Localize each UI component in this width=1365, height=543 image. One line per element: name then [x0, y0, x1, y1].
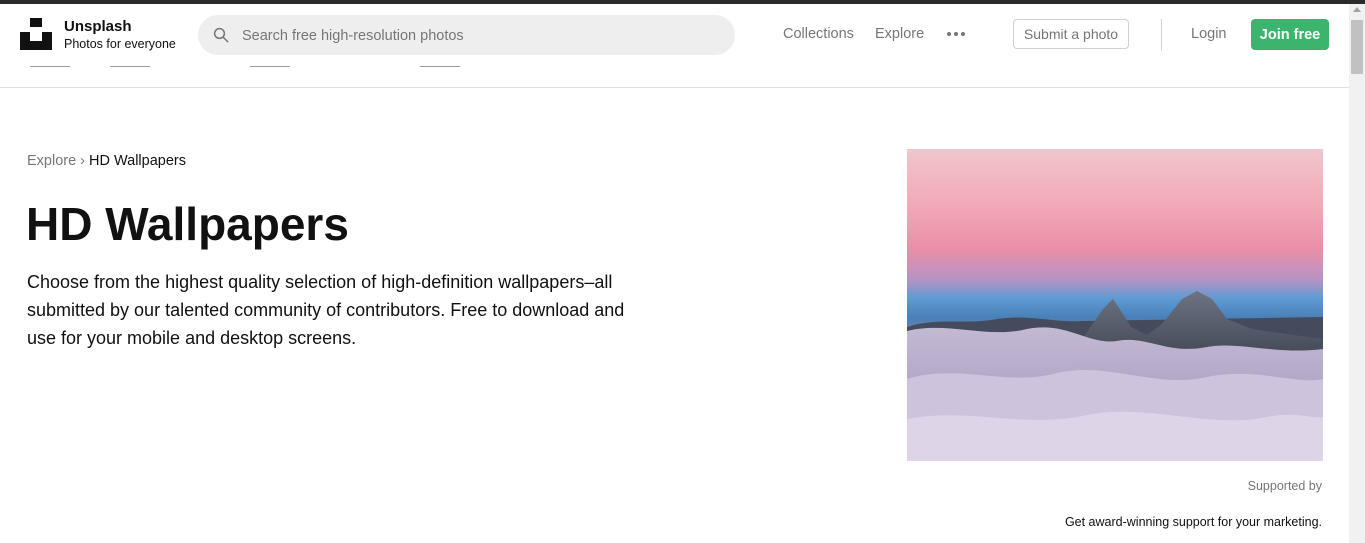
breadcrumb: Explore › HD Wallpapers: [27, 153, 186, 169]
scroll-up-arrow-icon[interactable]: [1353, 7, 1361, 12]
page-scrollbar[interactable]: [1349, 4, 1365, 543]
breadcrumb-separator: ›: [80, 153, 86, 169]
header-divider: [1161, 19, 1162, 51]
sponsor-label: Supported by: [1247, 479, 1322, 493]
login-link[interactable]: Login: [1191, 26, 1226, 42]
sponsor-text[interactable]: Get award-winning support for your marke…: [1065, 515, 1322, 529]
header-divider-line: [0, 87, 1349, 88]
join-free-button[interactable]: Join free: [1251, 19, 1329, 50]
site-header: Unsplash Photos for everyone Collections…: [0, 4, 1349, 66]
brand-tagline: Photos for everyone: [64, 37, 176, 51]
search-input[interactable]: [240, 15, 714, 57]
search-icon[interactable]: [212, 26, 230, 44]
subnav-strip-clipped: [0, 66, 1349, 88]
nav-explore-link[interactable]: Explore: [875, 26, 924, 42]
nav-collections-link[interactable]: Collections: [783, 26, 854, 42]
breadcrumb-current: HD Wallpapers: [89, 153, 186, 169]
unsplash-logo-icon[interactable]: [20, 18, 52, 50]
scrollbar-thumb[interactable]: [1351, 20, 1363, 74]
brand-name[interactable]: Unsplash: [64, 18, 132, 35]
search-bar[interactable]: [198, 15, 735, 57]
hero-wallpaper-image[interactable]: [907, 149, 1323, 461]
page-title: HD Wallpapers: [26, 198, 349, 250]
submit-photo-button[interactable]: Submit a photo: [1013, 19, 1129, 49]
breadcrumb-explore-link[interactable]: Explore: [27, 153, 76, 169]
more-dots-icon[interactable]: [946, 26, 966, 42]
page-description: Choose from the highest quality selectio…: [27, 272, 625, 348]
